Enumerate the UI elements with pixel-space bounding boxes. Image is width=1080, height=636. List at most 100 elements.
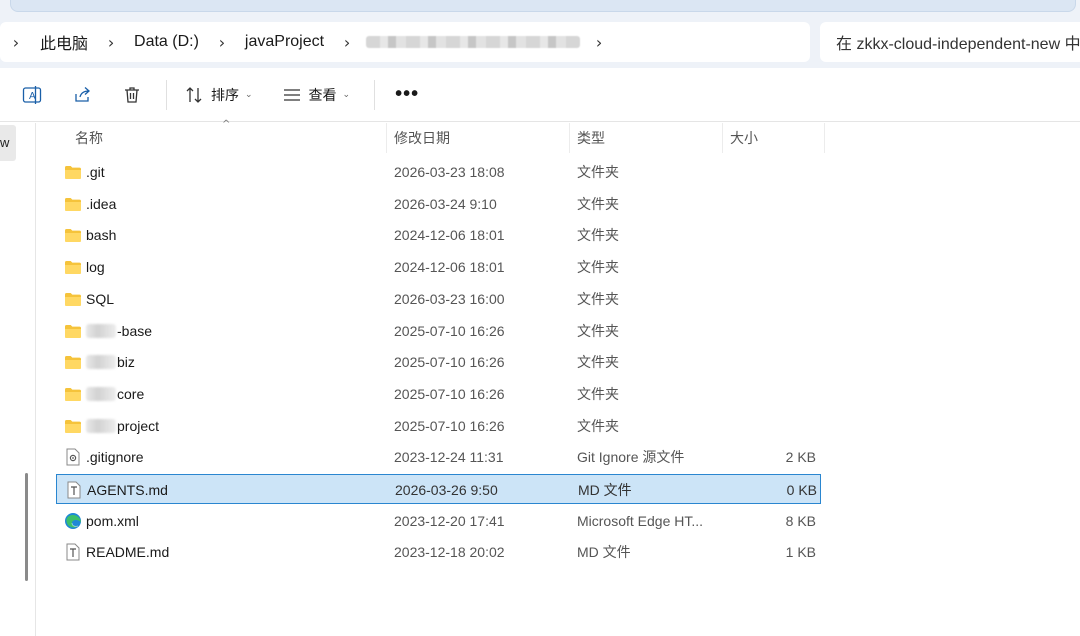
file-name-text: project: [117, 417, 160, 434]
file-name-cell[interactable]: -base: [64, 316, 152, 346]
column-header-name[interactable]: 名称: [75, 123, 103, 153]
file-size-cell: [736, 157, 816, 187]
file-name-cell[interactable]: log: [64, 252, 105, 282]
file-type-cell: 文件夹: [577, 354, 619, 371]
file-row[interactable]: core 2025-07-10 16:26 文件夹: [56, 379, 821, 409]
file-name-cell[interactable]: README.md: [64, 537, 169, 567]
file-row[interactable]: biz 2025-07-10 16:26 文件夹: [56, 347, 821, 377]
file-name-cell[interactable]: .git: [64, 157, 105, 187]
file-date-cell: 2025-07-10 16:26: [394, 417, 505, 434]
share-button[interactable]: [64, 77, 100, 113]
breadcrumb-item-data-drive[interactable]: Data (D:): [126, 33, 207, 51]
file-name-text: pom.xml: [86, 512, 139, 529]
file-name-text: core: [117, 385, 145, 402]
file-name-cell[interactable]: AGENTS.md: [65, 475, 168, 505]
gear-file-icon: [64, 448, 82, 466]
file-name-text: .idea: [86, 195, 117, 212]
more-options-button[interactable]: •••: [385, 83, 429, 106]
file-row[interactable]: .idea 2026-03-24 9:10 文件夹: [56, 189, 821, 219]
file-row[interactable]: -base 2025-07-10 16:26 文件夹: [56, 316, 821, 346]
column-header-date[interactable]: 修改日期: [394, 123, 450, 153]
file-name-cell[interactable]: SQL: [64, 284, 114, 314]
file-name-cell[interactable]: project: [64, 411, 159, 441]
file-date-cell: 2023-12-24 11:31: [394, 449, 504, 466]
breadcrumb[interactable]: › 此电脑 › Data (D:) › javaProject › ›: [0, 22, 810, 62]
nav-scrollbar[interactable]: [25, 473, 28, 581]
file-name-cell[interactable]: .idea: [64, 189, 116, 219]
file-row[interactable]: bash 2024-12-06 18:01 文件夹: [56, 220, 821, 250]
column-divider[interactable]: [824, 123, 825, 153]
column-header-type[interactable]: 类型: [577, 123, 605, 153]
view-button[interactable]: 查看 ⌄: [275, 77, 359, 113]
file-type-cell: 文件夹: [577, 195, 619, 212]
breadcrumb-chevron-icon[interactable]: ›: [332, 33, 362, 52]
breadcrumb-chevron-icon[interactable]: ›: [0, 33, 32, 52]
file-date-cell: 2023-12-18 20:02: [394, 544, 505, 561]
file-row[interactable]: pom.xml 2023-12-20 17:41 Microsoft Edge HT…: [56, 506, 821, 536]
edge-icon: [64, 512, 82, 530]
breadcrumb-item-redacted[interactable]: [366, 36, 581, 48]
search-input[interactable]: 在 zkkx-cloud-independent-new 中: [820, 22, 1080, 62]
file-size-cell: [736, 189, 816, 219]
file-row-selected[interactable]: AGENTS.md 2026-03-26 9:50 MD 文件 0 KB: [56, 474, 821, 504]
file-name-text: .git: [86, 164, 105, 180]
breadcrumb-chevron-icon[interactable]: ›: [207, 33, 237, 52]
rename-button[interactable]: A: [14, 77, 50, 113]
file-row[interactable]: log 2024-12-06 18:01 文件夹: [56, 252, 821, 282]
navigation-pane[interactable]: w: [0, 123, 36, 636]
file-size-cell: 8 KB: [785, 512, 816, 529]
view-list-icon: [283, 88, 300, 101]
file-name-text: README.md: [86, 544, 170, 561]
file-name-text: bash: [86, 227, 117, 244]
file-name-cell[interactable]: bash: [64, 220, 116, 250]
breadcrumb-chevron-icon[interactable]: ›: [96, 33, 126, 52]
file-name-cell[interactable]: pom.xml: [64, 506, 139, 536]
view-label: 查看: [308, 86, 337, 103]
sort-ascending-icon: ^: [222, 119, 231, 130]
file-type-cell: MD 文件: [578, 482, 632, 498]
file-type-cell: 文件夹: [577, 385, 619, 402]
text-file-icon: [64, 543, 82, 561]
file-type-cell: 文件夹: [577, 259, 619, 276]
column-divider[interactable]: [569, 123, 570, 153]
file-size-cell: 2 KB: [785, 449, 816, 466]
file-date-cell: 2025-07-10 16:26: [394, 322, 505, 339]
file-name-text: .gitignore: [86, 449, 144, 466]
file-name-text: -base: [117, 322, 153, 339]
file-size-cell: 0 KB: [786, 482, 817, 498]
sort-button[interactable]: 排序 ⌄: [177, 77, 261, 113]
breadcrumb-item-javaproject[interactable]: javaProject: [237, 33, 332, 51]
file-row[interactable]: project 2025-07-10 16:26 文件夹: [56, 411, 821, 441]
file-name-cell[interactable]: biz: [64, 347, 135, 377]
file-row[interactable]: README.md 2023-12-18 20:02 MD 文件 1 KB: [56, 537, 821, 567]
file-date-cell: 2024-12-06 18:01: [394, 227, 505, 244]
address-row: › 此电脑 › Data (D:) › javaProject › › 在 zk…: [0, 22, 1080, 68]
column-divider[interactable]: [386, 123, 387, 153]
delete-button[interactable]: [114, 77, 150, 113]
file-type-cell: 文件夹: [577, 164, 619, 180]
file-date-cell: 2025-07-10 16:26: [394, 385, 505, 402]
folder-icon: [64, 353, 82, 371]
breadcrumb-chevron-icon[interactable]: ›: [584, 33, 614, 52]
file-name-text: AGENTS.md: [87, 482, 168, 498]
column-header-size[interactable]: 大小: [730, 123, 758, 153]
text-file-icon: [65, 481, 83, 499]
trash-icon: [125, 86, 139, 103]
file-type-cell: Microsoft Edge HT...: [577, 512, 704, 529]
folder-icon: [64, 226, 82, 244]
breadcrumb-item-this-pc[interactable]: 此电脑: [32, 30, 96, 54]
file-type-cell: Git Ignore 源文件: [577, 449, 685, 466]
file-row[interactable]: .git 2026-03-23 18:08 文件夹: [56, 157, 821, 187]
file-date-cell: 2026-03-23 18:08: [394, 164, 505, 180]
file-row[interactable]: SQL 2026-03-23 16:00 文件夹: [56, 284, 821, 314]
file-size-cell: [736, 379, 816, 409]
file-type-cell: 文件夹: [577, 290, 619, 307]
file-size-cell: [736, 284, 816, 314]
folder-icon: [64, 385, 82, 403]
file-row[interactable]: .gitignore 2023-12-24 11:31 Git Ignore 源文件…: [56, 442, 821, 472]
column-divider[interactable]: [722, 123, 723, 153]
folder-icon: [64, 258, 82, 276]
file-name-cell[interactable]: core: [64, 379, 144, 409]
file-name-cell[interactable]: .gitignore: [64, 442, 144, 472]
nav-item-truncated[interactable]: w: [0, 125, 16, 161]
